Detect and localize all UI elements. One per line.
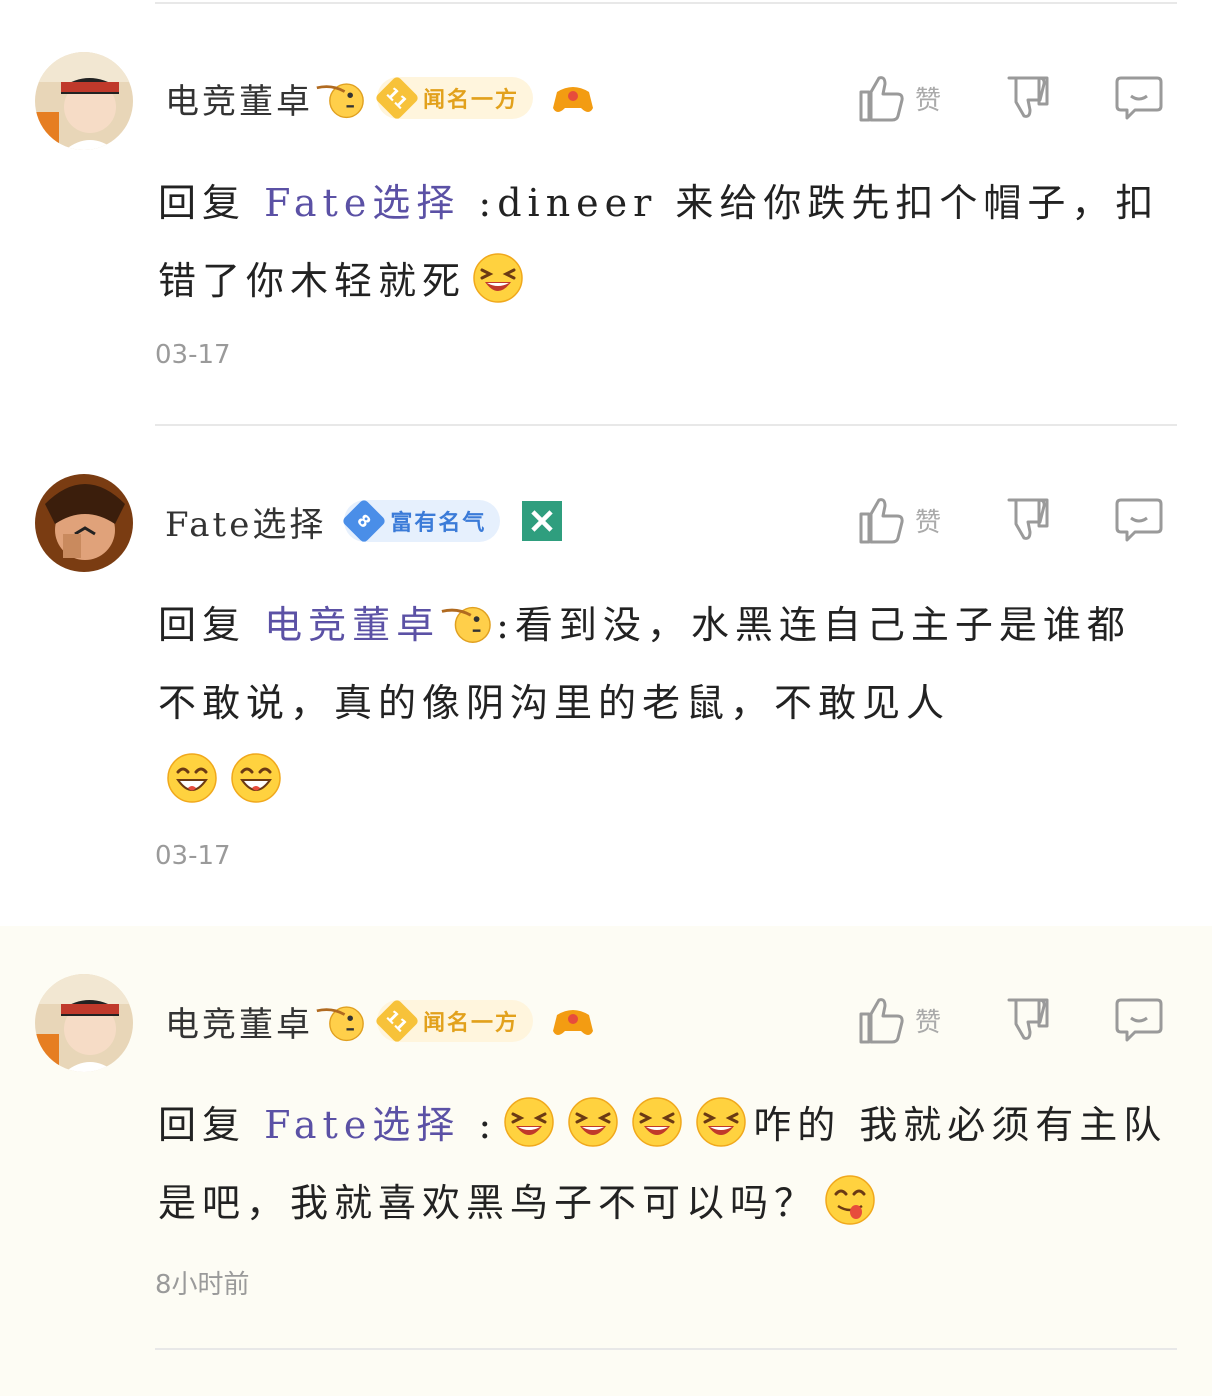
game-badge-icon: [522, 501, 563, 541]
avatar[interactable]: [35, 474, 133, 572]
comment-date: 03-17: [155, 841, 231, 871]
level-number: 11: [374, 998, 420, 1044]
level-title: 富有名气: [390, 511, 487, 536]
username[interactable]: 电竞董卓: [165, 74, 313, 123]
gamepad-icon: [553, 87, 594, 112]
comment-header: 电竞董卓 11 闻名一方: [165, 73, 595, 123]
comment-date: 8小时前: [155, 1270, 250, 1300]
tongue-emoji-icon: [824, 1174, 876, 1226]
like-label: 赞: [915, 1008, 942, 1038]
comment-body: 回复 Fate选择 : 咋的 我就必须有主队是吧，我就喜欢黑鸟子不可以吗？: [158, 1086, 1168, 1242]
laughing-emoji-icon: [472, 252, 524, 304]
smiling-emoji-icon: [230, 752, 282, 804]
mention-link[interactable]: Fate选择: [264, 1103, 460, 1147]
thumbs-up-icon: [859, 998, 904, 1044]
smiling-emoji-icon: [166, 752, 218, 804]
comment-icon: [1115, 498, 1163, 542]
dislike-button[interactable]: [1003, 494, 1055, 552]
thumbs-down-icon: [1007, 76, 1049, 118]
finger-sticker-icon: [315, 82, 365, 119]
gamepad-icon: [553, 1010, 594, 1035]
like-button[interactable]: 赞: [855, 994, 941, 1052]
reply-prefix: 回复: [158, 603, 247, 647]
dislike-button[interactable]: [1003, 994, 1055, 1052]
level-badge[interactable]: 8 富有名气: [341, 498, 501, 544]
comment-body: 回复 Fate选择 :dineer 来给你跌先扣个帽子，扣错了你木轻就死: [158, 164, 1168, 320]
like-label: 赞: [915, 508, 942, 538]
avatar[interactable]: [35, 52, 133, 150]
dislike-button[interactable]: [1003, 72, 1055, 130]
thumbs-down-icon: [1007, 998, 1049, 1040]
username[interactable]: 电竞董卓: [165, 997, 313, 1046]
username[interactable]: Fate选择: [165, 497, 326, 546]
like-label: 赞: [915, 86, 942, 116]
comment-header: 电竞董卓 11 闻名一方: [165, 996, 595, 1046]
thumbs-down-icon: [1007, 498, 1049, 540]
comment-header: Fate选择 8 富有名气: [165, 496, 564, 546]
finger-sticker-icon: [315, 1005, 365, 1042]
level-number: 8: [341, 498, 387, 544]
like-button[interactable]: 赞: [855, 72, 941, 130]
reply-button[interactable]: [1115, 994, 1167, 1052]
reply-button[interactable]: [1115, 72, 1167, 130]
comment-body: 回复 电竞董卓:看到没，水黑连自己主子是谁都不敢说，真的像阴沟里的老鼠，不敢见人: [158, 586, 1168, 820]
level-badge[interactable]: 11 闻名一方: [374, 75, 534, 121]
comment-item: 电竞董卓 11 闻名一方 赞 回复 Fate选择 :dineer 来给你跌先扣个…: [0, 0, 1212, 425]
level-title: 闻名一方: [423, 1011, 520, 1036]
level-badge[interactable]: 11 闻名一方: [374, 998, 534, 1044]
comment-date: 03-17: [155, 340, 231, 370]
thumbs-up-icon: [859, 498, 904, 544]
laughing-emoji-icon: [503, 1096, 555, 1148]
reply-button[interactable]: [1115, 494, 1167, 552]
reply-prefix: 回复: [158, 181, 247, 225]
mention-link[interactable]: 电竞董卓: [264, 603, 440, 647]
laughing-emoji-icon: [631, 1096, 683, 1148]
divider: [155, 1348, 1177, 1350]
level-title: 闻名一方: [423, 88, 520, 113]
laughing-emoji-icon: [695, 1096, 747, 1148]
mention-link[interactable]: Fate选择: [264, 181, 460, 225]
like-button[interactable]: 赞: [855, 494, 941, 552]
comment-icon: [1115, 76, 1163, 120]
comment-item: 电竞董卓 11 闻名一方 赞 回复 Fate选择 : 咋的 我就必须有主队是吧，我…: [0, 926, 1212, 1396]
thumbs-up-icon: [859, 76, 904, 122]
reply-prefix: 回复: [158, 1103, 247, 1147]
comment-item: Fate选择 8 富有名气 赞 回复 电竞董卓:看到没，水黑连自己主子是谁都不敢…: [0, 426, 1212, 926]
laughing-emoji-icon: [567, 1096, 619, 1148]
comment-separator: :: [478, 1103, 498, 1147]
finger-sticker-icon: [440, 606, 492, 644]
avatar[interactable]: [35, 974, 133, 1072]
comment-icon: [1115, 998, 1163, 1042]
level-number: 11: [374, 75, 420, 121]
